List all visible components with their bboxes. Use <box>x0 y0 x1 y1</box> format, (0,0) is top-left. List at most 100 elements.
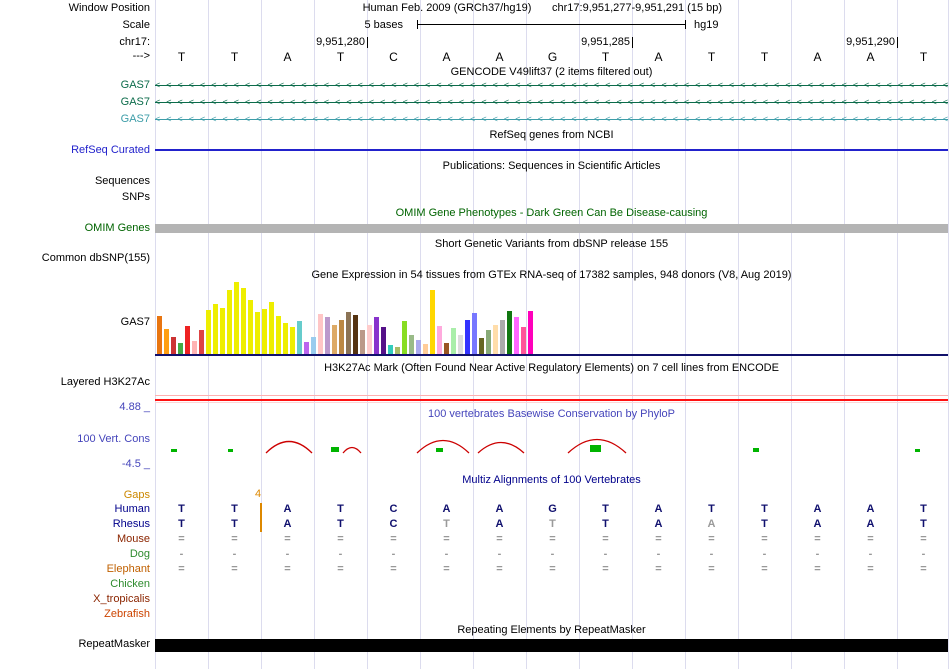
gtex-tissue-bar-13[interactable] <box>248 300 253 354</box>
gtex-tissue-bar-49[interactable] <box>500 320 505 354</box>
gtex-tissue-bar-12[interactable] <box>241 288 246 354</box>
gene-gas7-2[interactable]: <<<<<<<<<<<<<<<<<<<<<<<<<<<<<<<<<<<<<<<<… <box>155 98 948 107</box>
track-label-layered-h3k27ac[interactable]: Layered H3K27Ac <box>0 376 150 389</box>
track-label-gas7-1[interactable]: GAS7 <box>0 79 150 92</box>
track-label-window-position[interactable]: Window Position <box>0 2 150 15</box>
gtex-tissue-bar-47[interactable] <box>486 330 491 354</box>
gtex-tissue-bar-4[interactable] <box>185 326 190 354</box>
gtex-tissue-bar-43[interactable] <box>458 335 463 354</box>
gtex-tissue-bar-19[interactable] <box>290 327 295 354</box>
gtex-title[interactable]: Gene Expression in 54 tissues from GTEx … <box>155 269 948 281</box>
gtex-tissue-bar-40[interactable] <box>437 326 442 354</box>
gtex-tissue-bar-34[interactable] <box>395 347 400 354</box>
gtex-tissue-bar-23[interactable] <box>318 314 323 354</box>
gtex-tissue-bar-15[interactable] <box>262 309 267 354</box>
track-label-chrom[interactable]: chr17: <box>0 36 150 49</box>
gtex-tissue-bar-37[interactable] <box>416 340 421 354</box>
track-label-repeatmasker[interactable]: RepeatMasker <box>0 638 150 651</box>
track-label-human[interactable]: Human <box>0 503 150 516</box>
gtex-tissue-bar-22[interactable] <box>311 337 316 354</box>
gtex-tissue-bar-42[interactable] <box>451 328 456 354</box>
gtex-tissue-bar-0[interactable] <box>157 316 162 354</box>
omim-title[interactable]: OMIM Gene Phenotypes - Dark Green Can Be… <box>155 207 948 219</box>
gtex-tissue-bar-3[interactable] <box>178 343 183 354</box>
omim-genes-bar[interactable] <box>155 224 948 233</box>
gtex-tissue-bar-14[interactable] <box>255 312 260 354</box>
gtex-tissue-bar-53[interactable] <box>528 311 533 354</box>
gtex-tissue-bar-7[interactable] <box>206 310 211 354</box>
track-label-common-dbsnp[interactable]: Common dbSNP(155) <box>0 252 150 265</box>
gtex-tissue-bar-38[interactable] <box>423 344 428 354</box>
track-label-dog[interactable]: Dog <box>0 548 150 561</box>
gtex-tissue-bar-39[interactable] <box>430 290 435 354</box>
track-label-gtex-gas7[interactable]: GAS7 <box>0 316 150 329</box>
multiz-title[interactable]: Multiz Alignments of 100 Vertebrates <box>155 474 948 486</box>
gtex-tissue-bar-45[interactable] <box>472 313 477 354</box>
h3k27ac-line-0[interactable] <box>155 395 948 396</box>
track-label-gas7-3[interactable]: GAS7 <box>0 113 150 126</box>
gtex-tissue-bar-9[interactable] <box>220 308 225 354</box>
gtex-tissue-bar-8[interactable] <box>213 304 218 354</box>
track-label-gas7-2[interactable]: GAS7 <box>0 96 150 109</box>
gtex-tissue-bar-18[interactable] <box>283 323 288 354</box>
gtex-tissue-bar-31[interactable] <box>374 317 379 354</box>
track-label-chicken[interactable]: Chicken <box>0 578 150 591</box>
track-label-x-tropicalis[interactable]: X_tropicalis <box>0 593 150 606</box>
publications-title[interactable]: Publications: Sequences in Scientific Ar… <box>155 160 948 172</box>
gtex-tissue-bar-2[interactable] <box>171 337 176 354</box>
track-label-snps[interactable]: SNPs <box>0 191 150 204</box>
refseq-title[interactable]: RefSeq genes from NCBI <box>155 129 948 141</box>
gencode-title[interactable]: GENCODE V49lift37 (2 items filtered out) <box>155 66 948 78</box>
gtex-tissue-bar-36[interactable] <box>409 335 414 354</box>
aln-elephant-col11: = <box>761 563 768 575</box>
gtex-tissue-bar-50[interactable] <box>507 311 512 354</box>
gtex-tissue-bar-46[interactable] <box>479 338 484 354</box>
gtex-tissue-bar-1[interactable] <box>164 329 169 354</box>
track-label-vert-cons[interactable]: 100 Vert. Cons <box>0 433 150 446</box>
gtex-tissue-bar-28[interactable] <box>353 315 358 354</box>
gtex-tissue-bar-5[interactable] <box>192 341 197 354</box>
h3k27ac-line-2[interactable] <box>155 402 948 403</box>
track-label-sequences[interactable]: Sequences <box>0 175 150 188</box>
repeatmasker-title[interactable]: Repeating Elements by RepeatMasker <box>155 624 948 636</box>
track-label-zebrafish[interactable]: Zebrafish <box>0 608 150 621</box>
gtex-tissue-bar-30[interactable] <box>367 325 372 354</box>
h3k27ac-line-1[interactable] <box>155 399 948 401</box>
h3k27ac-title[interactable]: H3K27Ac Mark (Often Found Near Active Re… <box>155 362 948 374</box>
gtex-tissue-bar-27[interactable] <box>346 312 351 354</box>
gtex-tissue-bar-11[interactable] <box>234 282 239 354</box>
gtex-tissue-bar-16[interactable] <box>269 302 274 354</box>
gtex-tissue-bar-24[interactable] <box>325 317 330 354</box>
gtex-tissue-bar-17[interactable] <box>276 316 281 354</box>
track-label-omim-genes[interactable]: OMIM Genes <box>0 222 150 235</box>
gtex-tissue-bar-32[interactable] <box>381 327 386 354</box>
gtex-tissue-bar-29[interactable] <box>360 330 365 354</box>
track-label-phylop-min[interactable]: -4.5 _ <box>0 458 150 471</box>
gtex-tissue-bar-21[interactable] <box>304 342 309 354</box>
repeatmasker-bar[interactable] <box>155 639 948 652</box>
gtex-tissue-bar-41[interactable] <box>444 343 449 354</box>
gtex-tissue-bar-20[interactable] <box>297 321 302 354</box>
track-label-scale[interactable]: Scale <box>0 19 150 32</box>
gene-gas7-1[interactable]: <<<<<<<<<<<<<<<<<<<<<<<<<<<<<<<<<<<<<<<<… <box>155 81 948 90</box>
track-label-phylop-max[interactable]: 4.88 _ <box>0 401 150 414</box>
track-label-elephant[interactable]: Elephant <box>0 563 150 576</box>
track-label-refseq-curated[interactable]: RefSeq Curated <box>0 144 150 157</box>
gtex-tissue-bar-26[interactable] <box>339 320 344 354</box>
gtex-tissue-bar-35[interactable] <box>402 321 407 354</box>
track-label-strand[interactable]: ---> <box>0 50 150 63</box>
gtex-tissue-bar-51[interactable] <box>514 317 519 354</box>
refseq-curated-line[interactable] <box>155 149 948 151</box>
gtex-tissue-bar-48[interactable] <box>493 325 498 354</box>
gtex-tissue-bar-6[interactable] <box>199 330 204 354</box>
dbsnp-title[interactable]: Short Genetic Variants from dbSNP releas… <box>155 238 948 250</box>
gtex-tissue-bar-25[interactable] <box>332 325 337 354</box>
track-label-gaps[interactable]: Gaps <box>0 489 150 502</box>
track-label-mouse[interactable]: Mouse <box>0 533 150 546</box>
gtex-tissue-bar-52[interactable] <box>521 327 526 354</box>
gtex-tissue-bar-10[interactable] <box>227 290 232 354</box>
gtex-tissue-bar-33[interactable] <box>388 345 393 354</box>
gtex-tissue-bar-44[interactable] <box>465 320 470 354</box>
track-label-rhesus[interactable]: Rhesus <box>0 518 150 531</box>
gene-gas7-3[interactable]: <<<<<<<<<<<<<<<<<<<<<<<<<<<<<<<<<<<<<<<<… <box>155 115 948 124</box>
